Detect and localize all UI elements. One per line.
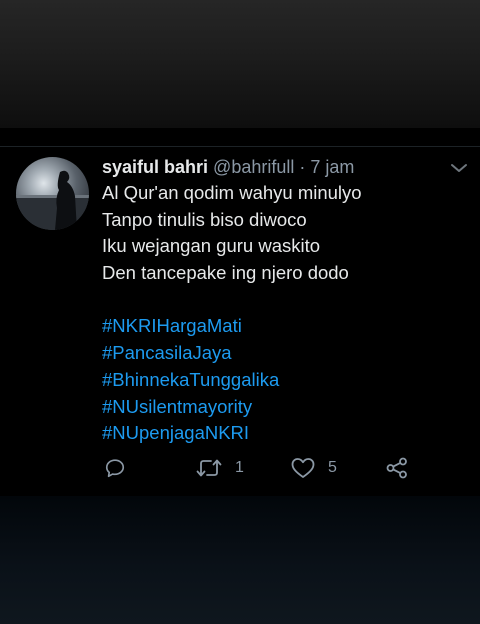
avatar[interactable] xyxy=(16,157,89,230)
reply-button[interactable] xyxy=(104,456,126,480)
chevron-down-icon[interactable] xyxy=(448,159,470,177)
tweet-card[interactable]: syaiful bahri @bahrifull · 7 jam Al Qur'… xyxy=(0,128,480,496)
share-button[interactable] xyxy=(385,456,409,480)
retweet-count: 1 xyxy=(235,459,244,476)
separator-dot: · xyxy=(299,157,306,177)
retweet-button[interactable]: 1 xyxy=(196,456,244,480)
hashtag-link[interactable]: #PancasilaJaya xyxy=(102,340,442,367)
like-button[interactable]: 5 xyxy=(291,456,337,480)
user-handle[interactable]: @bahrifull xyxy=(213,157,294,177)
hashtag-link[interactable]: #NKRIHargaMati xyxy=(102,313,442,340)
hashtag-link[interactable]: #NUsilentmayority xyxy=(102,394,442,421)
tweet-line: Iku wejangan guru waskito xyxy=(102,235,321,257)
tweet-text: Al Qur'an qodim wahyu minulyo Tanpo tinu… xyxy=(102,180,442,447)
action-bar: 1 5 xyxy=(0,452,480,484)
tweet-line: Al Qur'an qodim wahyu minulyo xyxy=(102,182,362,203)
share-icon xyxy=(386,457,407,479)
background-bottom xyxy=(0,496,480,624)
hashtag-link[interactable]: #BhinnekaTunggalika xyxy=(102,367,442,394)
display-name[interactable]: syaiful bahri xyxy=(102,157,208,177)
tweet-header: syaiful bahri @bahrifull · 7 jam xyxy=(102,154,354,180)
background-top xyxy=(0,0,480,128)
heart-icon xyxy=(291,458,315,478)
retweet-icon xyxy=(196,459,222,477)
divider xyxy=(0,146,480,147)
tweet-line: Tanpo tinulis biso diwoco xyxy=(102,208,307,230)
hashtag-link[interactable]: #NUpenjagaNKRI xyxy=(102,420,442,447)
tweet-line: Den tancepake ing njero dodo xyxy=(102,262,349,284)
like-count: 5 xyxy=(328,459,337,476)
reply-icon xyxy=(105,459,125,478)
timestamp[interactable]: 7 jam xyxy=(310,157,354,177)
